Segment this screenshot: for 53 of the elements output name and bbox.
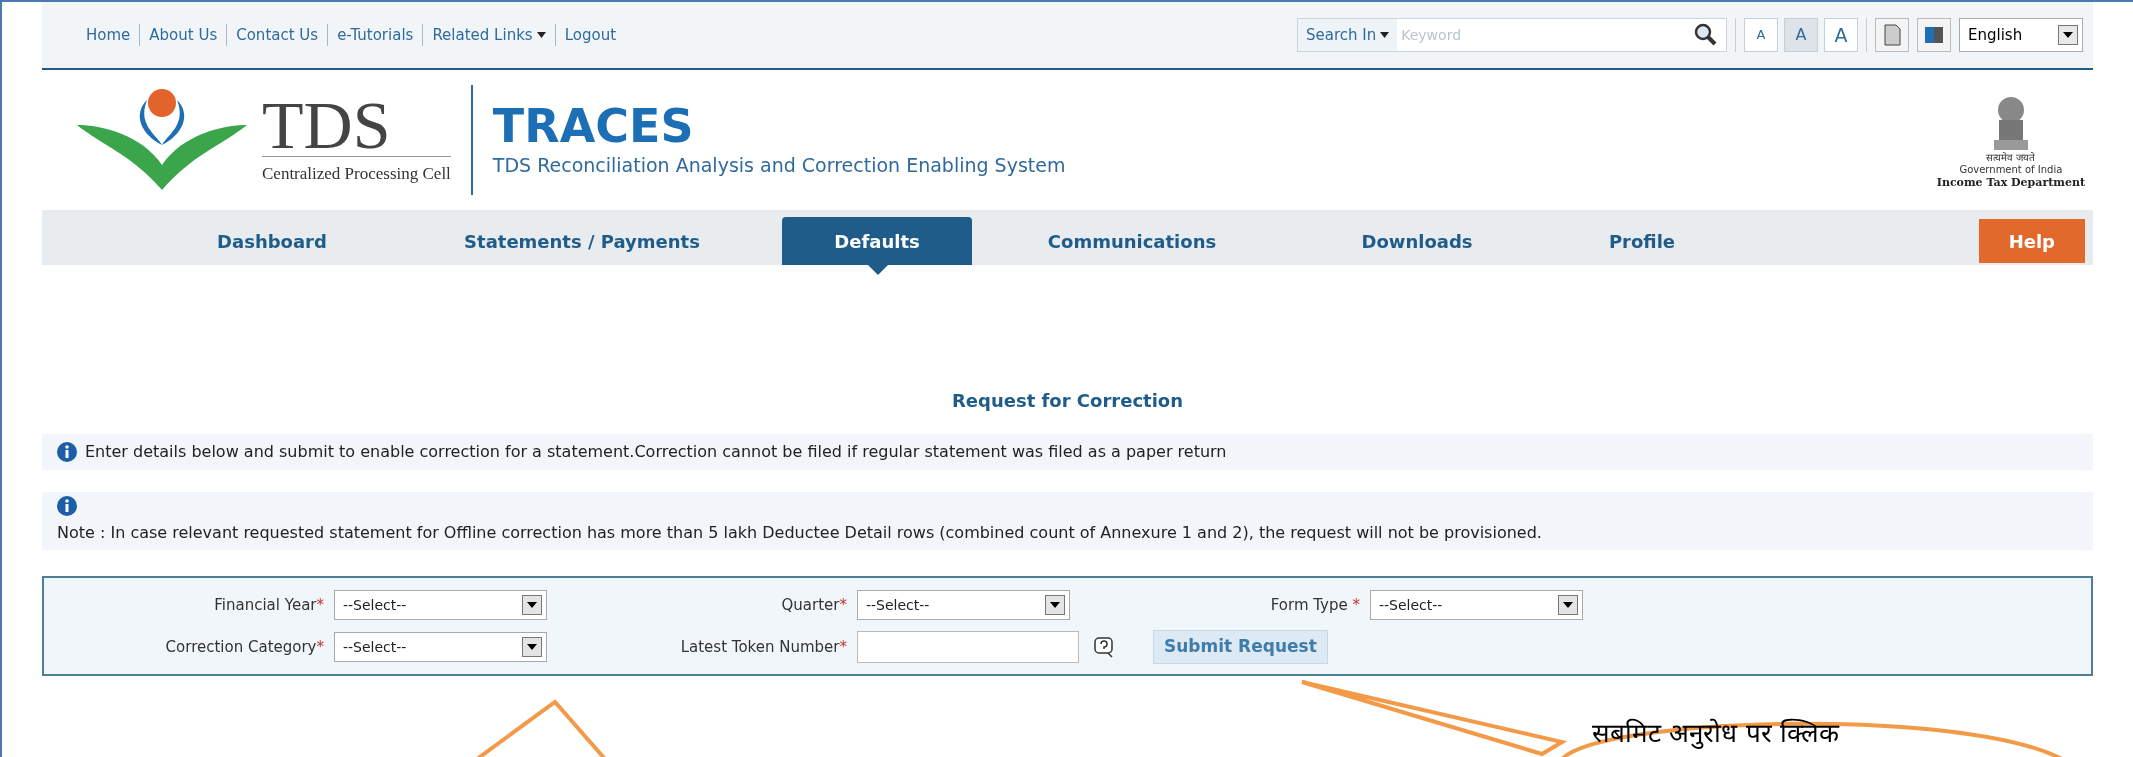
help-icon[interactable] [1093, 636, 1115, 658]
caret-icon [1050, 602, 1060, 608]
nav-tab[interactable]: Dashboard [187, 217, 357, 265]
nav-link[interactable]: Contact Us [226, 23, 328, 47]
language-select[interactable]: English [1959, 18, 2083, 52]
submit-button[interactable]: Submit Request [1153, 630, 1328, 664]
nav-tab[interactable]: Statements / Payments [434, 217, 730, 265]
app-subtitle: TDS Reconciliation Analysis and Correction Enabling System [492, 152, 1066, 178]
select-field[interactable]: --Select-- [334, 590, 547, 620]
font-size-button[interactable]: A [1784, 18, 1818, 52]
select-field[interactable]: --Select-- [334, 632, 547, 662]
note-text: Note : In case relevant requested statement for Offline correction has more than 5 lakh Deductee Detail rows (combined count of Annexure 1 and 2), the request will not be provisioned. [57, 522, 1543, 544]
caret-icon [2063, 32, 2073, 38]
field-label: Financial Year* [213, 594, 325, 616]
select-field[interactable]: --Select-- [857, 590, 1070, 620]
font-size-button[interactable]: A [1824, 18, 1858, 52]
search-scope-dropdown[interactable]: Search In [1298, 19, 1398, 51]
nav-link[interactable]: Home [77, 23, 140, 47]
caret-icon [1563, 602, 1573, 608]
select-field[interactable]: --Select-- [1370, 590, 1583, 620]
caret-icon [527, 644, 537, 650]
field-label: Quarter* [780, 594, 848, 616]
nav-tab[interactable]: Defaults [782, 217, 972, 265]
field-label: Form Type * [1269, 594, 1361, 616]
nav-link[interactable]: Logout [554, 23, 625, 47]
nav-link[interactable]: About Us [139, 23, 227, 47]
search-icon[interactable] [1692, 22, 1718, 48]
department-name: Income Tax Department [1936, 175, 2085, 189]
contrast-icon[interactable] [1917, 18, 1951, 52]
emblem-motto: सत्यमेव जयते [1986, 151, 2036, 164]
app-title: TRACES [492, 100, 695, 151]
document-icon[interactable] [1875, 18, 1909, 52]
caret-icon [527, 602, 537, 608]
nav-tab[interactable]: Profile [1578, 217, 1706, 265]
caret-icon [1380, 32, 1390, 38]
nav-tab[interactable]: Communications [1017, 217, 1247, 265]
page-title: Request for Correction [951, 389, 1184, 413]
info-message: Enter details below and submit to enable correction for a statement.Correction cannot be filed if regular statement was filed as a paper return [85, 441, 1227, 463]
nav-link[interactable]: Related Links [422, 23, 555, 47]
emblem-caption: Government of India [1959, 163, 2063, 176]
help-button[interactable]: Help [1978, 219, 2085, 263]
nav-tab[interactable]: Downloads [1331, 217, 1503, 265]
logo-subtitle: Centralized Processing Cell [262, 155, 451, 187]
search-field[interactable]: Search In Keyword [1297, 18, 1727, 52]
info-icon [57, 442, 77, 462]
field-label: Correction Category* [164, 636, 325, 658]
font-size-button[interactable]: A [1744, 18, 1778, 52]
nav-link[interactable]: e-Tutorials [327, 23, 423, 47]
token-number-field[interactable] [857, 631, 1079, 663]
tab-pointer-icon [868, 265, 888, 275]
field-label: Latest Token Number* [679, 636, 848, 658]
logo-text: TDS [262, 93, 392, 156]
info-icon [57, 496, 77, 516]
